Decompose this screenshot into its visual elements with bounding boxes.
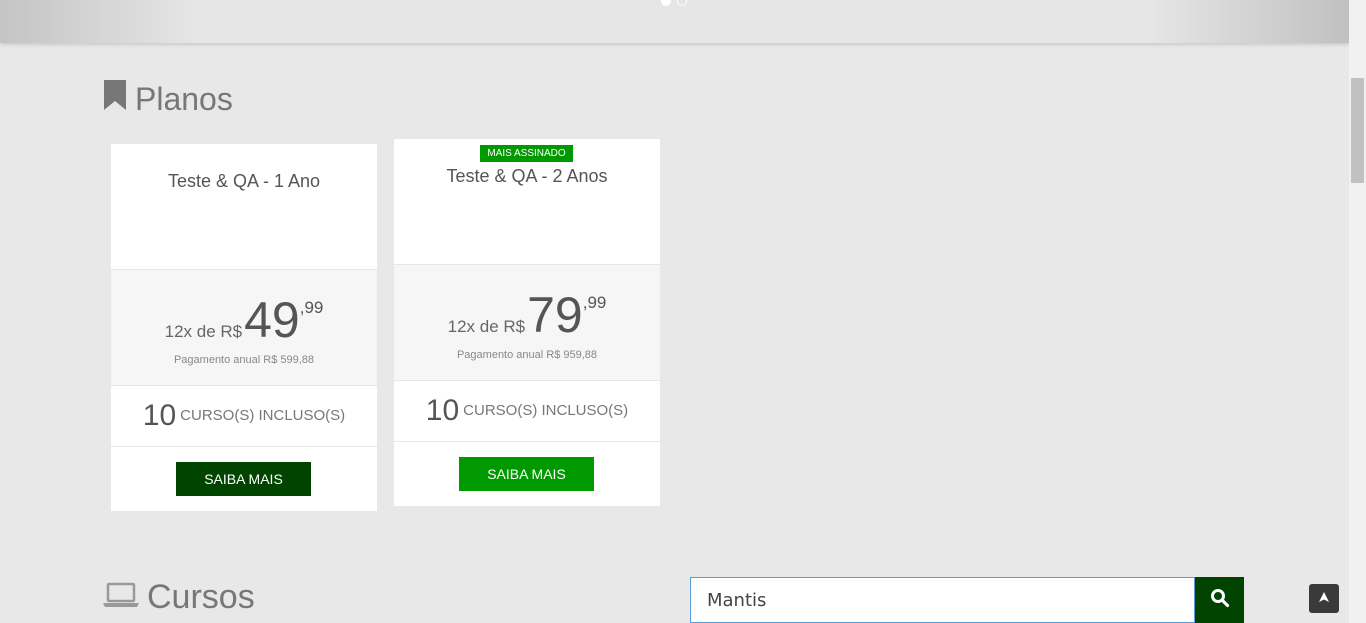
courses-count: 10 [425, 394, 460, 427]
plan-card-1-ano: Teste & QA - 1 Ano 12x de R$49,99 Pagame… [111, 144, 377, 511]
plan-price: 12x de R$79,99 [394, 286, 660, 344]
carousel-banner [0, 0, 1349, 43]
laptop-icon [103, 578, 147, 617]
scrollbar-thumb[interactable] [1351, 78, 1364, 183]
annual-payment: Pagamento anual R$ 599,88 [173, 354, 315, 366]
annual-payment: Pagamento anual R$ 959,88 [456, 349, 598, 361]
search-button[interactable] [1195, 577, 1244, 623]
price-integer: 79 [527, 287, 583, 343]
page-scrollbar[interactable] [1349, 0, 1366, 623]
price-installments: 12x de R$ [447, 317, 526, 336]
planos-heading: Planos [103, 80, 233, 118]
plan-name: Teste & QA - 2 Anos [446, 166, 608, 186]
carousel-dot-1[interactable] [661, 0, 671, 6]
plan-card-header: Teste & QA - 1 Ano [111, 144, 377, 270]
plan-name: Teste & QA - 1 Ano [167, 171, 321, 191]
planos-title: Planos [135, 80, 233, 117]
mais-assinado-badge: MAIS ASSINADO [480, 145, 573, 162]
plan-courses: 10 CURSO(S) INCLUSO(S) [111, 386, 377, 447]
plan-price: 12x de R$49,99 [111, 291, 377, 349]
arrow-up-icon [1318, 590, 1330, 608]
plan-card-header: MAIS ASSINADO Teste & QA - 2 Anos [394, 139, 660, 265]
courses-label: CURSO(S) INCLUSO(S) [180, 407, 346, 424]
courses-label: CURSO(S) INCLUSO(S) [463, 402, 629, 419]
price-installments: 12x de R$ [164, 322, 243, 341]
plan-action: SAIBA MAIS [111, 447, 377, 513]
courses-count: 10 [142, 399, 177, 432]
cursos-heading: Cursos [103, 578, 255, 617]
plan-price-block: 12x de R$49,99 Pagamento anual R$ 599,88 [111, 270, 377, 386]
price-cents: ,99 [299, 298, 324, 317]
plan-price-block: 12x de R$79,99 Pagamento anual R$ 959,88 [394, 265, 660, 381]
plan-courses: 10 CURSO(S) INCLUSO(S) [394, 381, 660, 442]
search-icon [1210, 588, 1230, 613]
cursos-title: Cursos [147, 578, 255, 616]
scroll-to-top-button[interactable] [1309, 584, 1339, 613]
plan-action: SAIBA MAIS [394, 442, 660, 508]
saiba-mais-button[interactable]: SAIBA MAIS [459, 457, 594, 491]
price-integer: 49 [244, 292, 300, 348]
plan-card-2-anos: MAIS ASSINADO Teste & QA - 2 Anos 12x de… [394, 139, 660, 506]
saiba-mais-button[interactable]: SAIBA MAIS [176, 462, 311, 496]
price-cents: ,99 [582, 293, 607, 312]
bookmark-icon [103, 80, 135, 118]
course-search-input[interactable] [690, 577, 1195, 623]
carousel-dot-2[interactable] [677, 0, 687, 6]
